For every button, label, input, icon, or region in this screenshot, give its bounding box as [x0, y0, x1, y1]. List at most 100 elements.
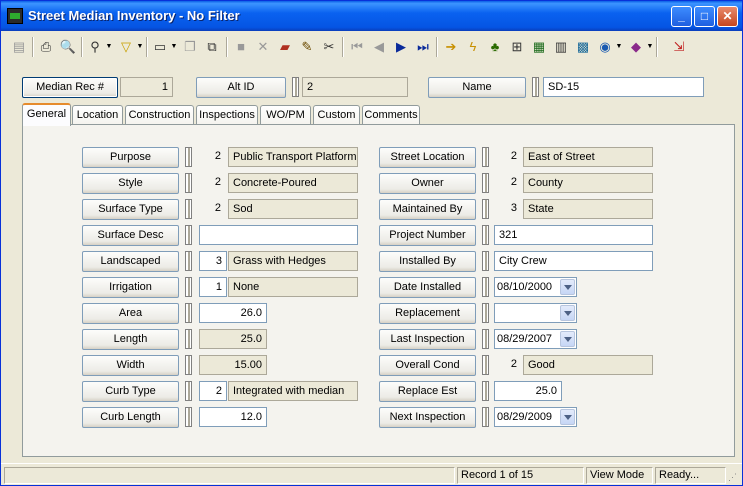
- surface-desc-field[interactable]: [199, 225, 358, 245]
- landscaped-button[interactable]: Landscaped: [82, 251, 179, 272]
- date-installed-button[interactable]: Date Installed: [379, 277, 476, 298]
- chevron-down-icon[interactable]: ▼: [105, 36, 113, 58]
- tab-comments[interactable]: Comments: [362, 105, 420, 125]
- chevron-down-icon[interactable]: ▼: [615, 36, 623, 58]
- maximize-button[interactable]: □: [694, 6, 715, 27]
- chevron-down-icon[interactable]: [560, 331, 575, 347]
- next-inspection-picker[interactable]: 08/29/2009: [494, 407, 577, 427]
- previous-record-icon[interactable]: ◀: [369, 36, 389, 58]
- maintained-by-code: 3: [510, 202, 517, 214]
- last-inspection-button[interactable]: Last Inspection: [379, 329, 476, 350]
- length-button[interactable]: Length: [82, 329, 179, 350]
- next-inspection-button[interactable]: Next Inspection: [379, 407, 476, 428]
- replace-est-field[interactable]: 25.0: [494, 381, 562, 401]
- chevron-down-icon[interactable]: ▼: [136, 36, 144, 58]
- surface-desc-button[interactable]: Surface Desc: [82, 225, 179, 246]
- toolbar-separator: [656, 37, 658, 57]
- grip-icon: [482, 355, 489, 375]
- street-location-button[interactable]: Street Location: [379, 147, 476, 168]
- grip-icon: [482, 277, 489, 297]
- owner-value: County: [523, 173, 653, 193]
- copy-icon[interactable]: ❐: [180, 36, 200, 58]
- map-icon[interactable]: ▦: [529, 36, 549, 58]
- next-record-icon[interactable]: ▶: [391, 36, 411, 58]
- date-installed-picker[interactable]: 08/10/2000: [494, 277, 577, 297]
- project-number-field[interactable]: 321: [494, 225, 653, 245]
- chevron-down-icon[interactable]: [560, 279, 575, 295]
- alt-id-button[interactable]: Alt ID: [196, 77, 286, 98]
- record-icon[interactable]: ▤: [9, 36, 29, 58]
- tab-custom[interactable]: Custom: [313, 105, 360, 125]
- median-rec-value: 1: [120, 77, 173, 97]
- filter-icon[interactable]: ▽: [116, 36, 136, 58]
- last-inspection-value: 08/29/2007: [497, 333, 553, 345]
- tab-inspections[interactable]: Inspections: [196, 105, 258, 125]
- duplicate-icon[interactable]: ⧉: [202, 36, 222, 58]
- new-record-icon[interactable]: ▭: [150, 36, 170, 58]
- resize-grip-icon[interactable]: ⋰: [728, 470, 740, 484]
- scissors-icon[interactable]: ✂: [319, 36, 339, 58]
- pencil-icon[interactable]: ✎: [297, 36, 317, 58]
- delete-icon[interactable]: ✕: [253, 36, 273, 58]
- curb-type-code[interactable]: 2: [199, 381, 227, 401]
- tab-construction[interactable]: Construction: [125, 105, 194, 125]
- title-bar[interactable]: Street Median Inventory - No Filter _ □ …: [1, 1, 742, 31]
- tab-wo-pm[interactable]: WO/PM: [260, 105, 311, 125]
- tab-location[interactable]: Location: [72, 105, 123, 125]
- maintained-by-button[interactable]: Maintained By: [379, 199, 476, 220]
- last-inspection-picker[interactable]: 08/29/2007: [494, 329, 577, 349]
- curb-type-button[interactable]: Curb Type: [82, 381, 179, 402]
- status-message: [4, 467, 455, 484]
- curb-length-field[interactable]: 12.0: [199, 407, 267, 427]
- median-rec-button[interactable]: Median Rec #: [22, 77, 118, 98]
- tree-icon[interactable]: ♣: [485, 36, 505, 58]
- record-count: Record 1 of 15: [457, 467, 584, 484]
- style-button[interactable]: Style: [82, 173, 179, 194]
- lightning-icon[interactable]: ϟ: [463, 36, 483, 58]
- arrow-right-icon[interactable]: ➔: [441, 36, 461, 58]
- toolbar-separator: [436, 37, 438, 57]
- replacement-button[interactable]: Replacement: [379, 303, 476, 324]
- ready-status: Ready...: [655, 467, 726, 484]
- surface-type-button[interactable]: Surface Type: [82, 199, 179, 220]
- irrigation-code[interactable]: 1: [199, 277, 227, 297]
- print-icon[interactable]: ⎙: [36, 36, 56, 58]
- first-record-icon[interactable]: ⏮: [347, 36, 367, 58]
- save-icon[interactable]: ■: [231, 36, 251, 58]
- grip-icon: [482, 303, 489, 323]
- name-field[interactable]: SD-15: [543, 77, 704, 97]
- project-number-button[interactable]: Project Number: [379, 225, 476, 246]
- print-preview-icon[interactable]: 🔍: [58, 36, 78, 58]
- chevron-down-icon[interactable]: [560, 305, 575, 321]
- minimize-button[interactable]: _: [671, 6, 692, 27]
- overall-cond-button[interactable]: Overall Cond: [379, 355, 476, 376]
- chevron-down-icon[interactable]: ▼: [646, 36, 654, 58]
- exit-icon[interactable]: ⇲: [669, 36, 689, 58]
- hierarchy-icon[interactable]: ⊞: [507, 36, 527, 58]
- curb-length-button[interactable]: Curb Length: [82, 407, 179, 428]
- book-icon[interactable]: ◆: [626, 36, 646, 58]
- installed-by-button[interactable]: Installed By: [379, 251, 476, 272]
- owner-button[interactable]: Owner: [379, 173, 476, 194]
- calculator-icon[interactable]: ▥: [551, 36, 571, 58]
- chevron-down-icon[interactable]: [560, 409, 575, 425]
- area-field[interactable]: 26.0: [199, 303, 267, 323]
- area-button[interactable]: Area: [82, 303, 179, 324]
- chevron-down-icon[interactable]: ▼: [170, 36, 178, 58]
- irrigation-button[interactable]: Irrigation: [82, 277, 179, 298]
- tab-general[interactable]: General: [22, 103, 71, 126]
- grid-map-icon[interactable]: ▩: [573, 36, 593, 58]
- grip-icon: [185, 225, 192, 245]
- last-record-icon[interactable]: ⏭: [413, 36, 433, 58]
- name-button[interactable]: Name: [428, 77, 526, 98]
- width-button[interactable]: Width: [82, 355, 179, 376]
- globe-icon[interactable]: ◉: [595, 36, 615, 58]
- landscaped-code[interactable]: 3: [199, 251, 227, 271]
- close-button[interactable]: ✕: [717, 6, 738, 27]
- replacement-picker[interactable]: / /: [494, 303, 577, 323]
- replace-est-button[interactable]: Replace Est: [379, 381, 476, 402]
- installed-by-field[interactable]: City Crew: [494, 251, 653, 271]
- books-icon[interactable]: ▰: [275, 36, 295, 58]
- purpose-button[interactable]: Purpose: [82, 147, 179, 168]
- binoculars-icon[interactable]: ⚲: [85, 36, 105, 58]
